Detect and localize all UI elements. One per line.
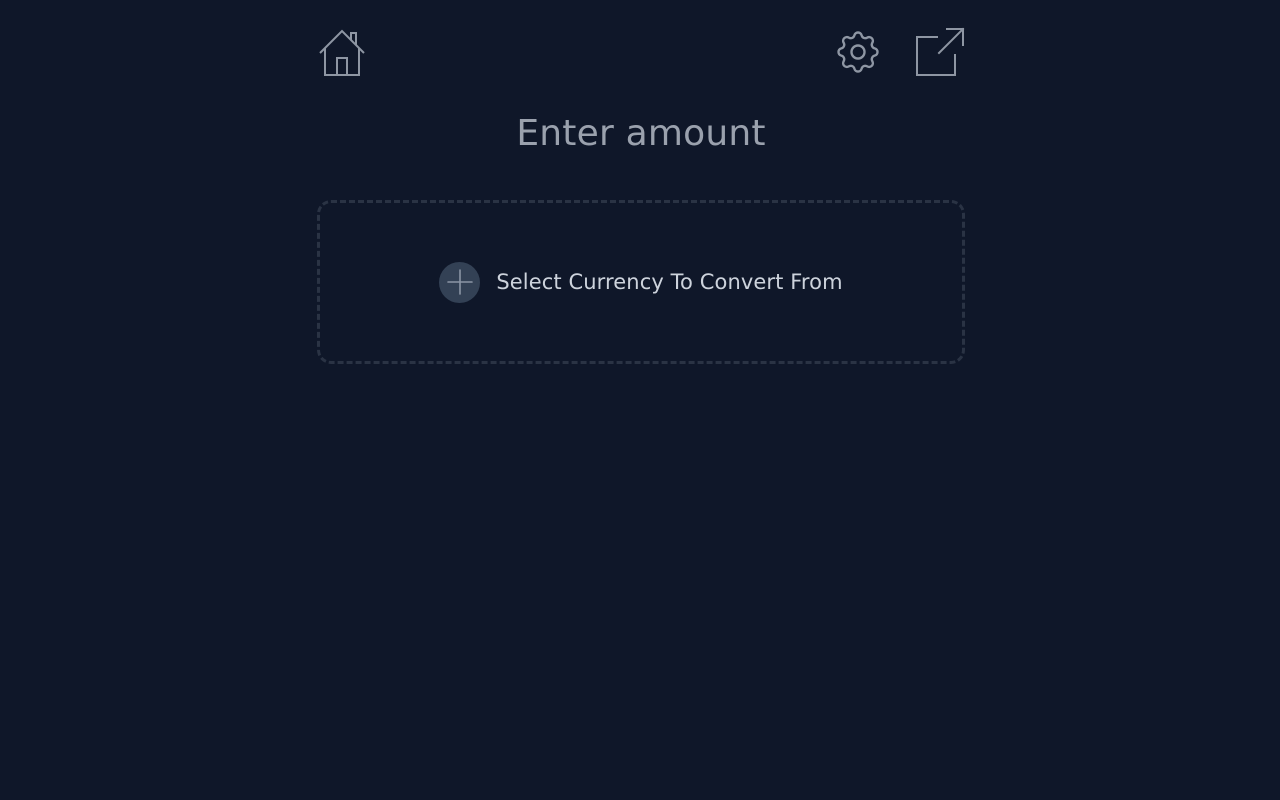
home-icon [319, 29, 365, 76]
plus-icon [439, 261, 481, 303]
settings-button[interactable] [832, 26, 884, 78]
page-title: Enter amount [516, 113, 766, 154]
popout-button[interactable] [914, 26, 966, 78]
app-root: Enter amount Select Currency To Convert … [0, 0, 1280, 800]
select-currency-content: Select Currency To Convert From [439, 261, 843, 303]
gear-icon [837, 31, 879, 73]
select-currency-from-button[interactable]: Select Currency To Convert From [317, 200, 965, 364]
home-button[interactable] [316, 26, 368, 78]
top-toolbar [316, 26, 966, 80]
select-currency-label: Select Currency To Convert From [496, 270, 843, 294]
external-link-icon [916, 27, 965, 76]
